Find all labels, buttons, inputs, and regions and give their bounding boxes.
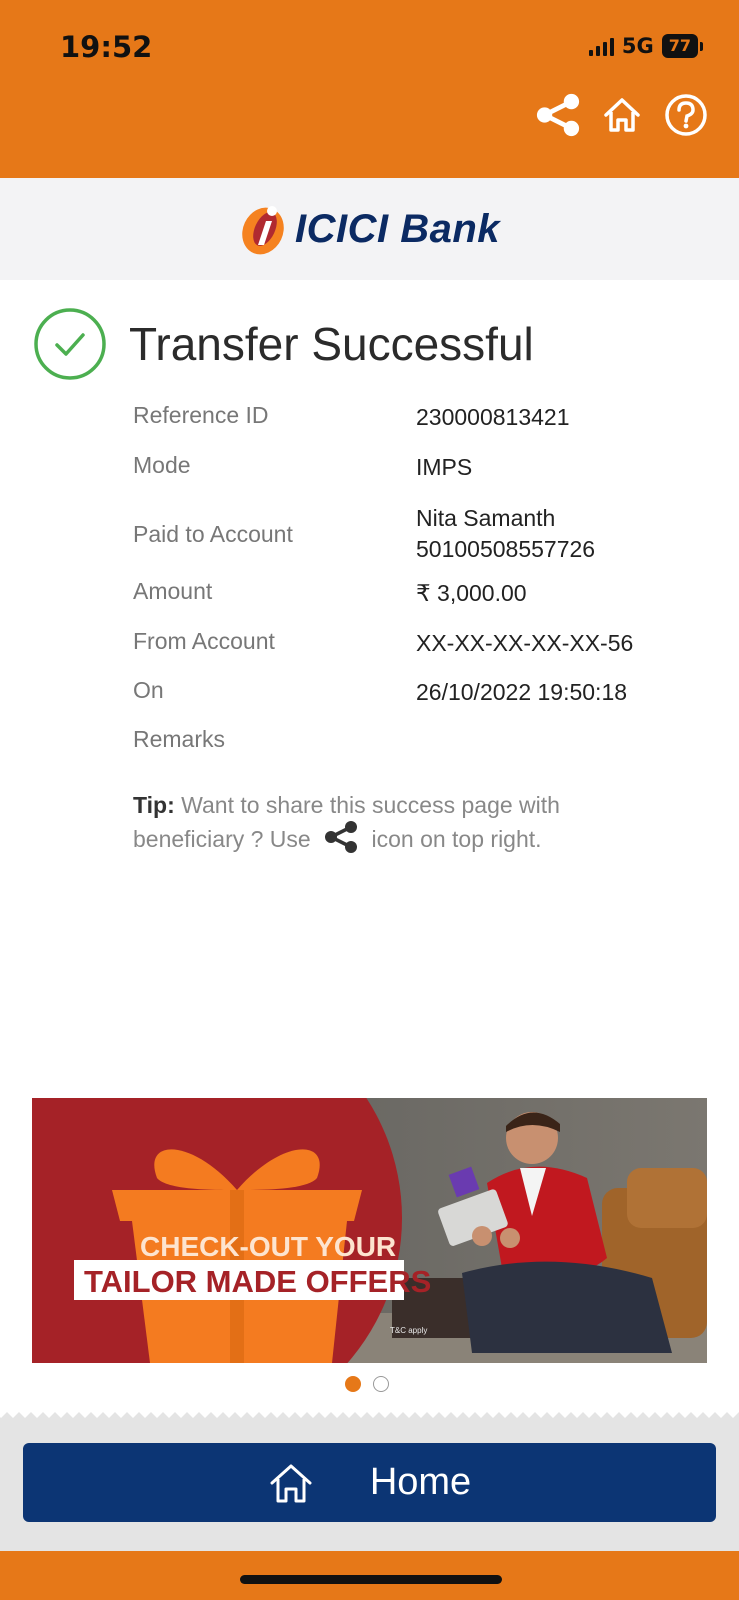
detail-label: Mode [133,452,191,478]
header-actions [535,92,709,138]
share-icon[interactable] [535,92,581,138]
paid-to-value: Nita Samanth 50100508557726 [416,503,595,565]
detail-row-paid-to: Paid to Account Nita Samanth 50100508557… [133,494,693,574]
logo-text: ICICI Bank [294,206,501,251]
detail-row-date: On 26/10/2022 19:50:18 [133,677,693,726]
offers-banner-image: CHECK-OUT YOUR TAILOR MADE OFFERS T&C ap… [32,1098,707,1363]
banner-fine-print: T&C apply [390,1326,427,1335]
icici-logo: ICICI Bank [239,199,500,259]
payee-account: 50100508557726 [416,536,596,562]
tip-prefix: Tip: [133,792,175,818]
pager-dot[interactable] [373,1376,389,1392]
offers-banner[interactable]: CHECK-OUT YOUR TAILOR MADE OFFERS T&C ap… [32,1098,707,1363]
home-button-label: Home [369,1461,472,1503]
logo-band: ICICI Bank [0,178,739,280]
app-header: 19:52 5G 77 [0,0,739,178]
transaction-details: Reference ID 230000813421 Mode IMPS Paid… [133,402,693,775]
banner-pager [345,1376,389,1392]
detail-label: On [133,677,164,703]
tip-text-after: icon on top right. [371,826,542,853]
icici-logo-icon [242,206,284,255]
detail-row-remarks: Remarks [133,726,693,775]
detail-label: Reference ID [133,402,269,428]
status-time: 19:52 [60,30,153,64]
success-heading: Transfer Successful [33,307,534,381]
detail-label: Paid to Account [133,520,293,547]
battery-icon: 77 [661,34,703,58]
date-value: 26/10/2022 19:50:18 [416,679,628,705]
battery-level: 77 [661,34,698,58]
home-icon [270,1464,312,1502]
zigzag-divider [0,1408,739,1418]
page-title: Transfer Successful [129,318,534,370]
pager-dot-active[interactable] [345,1376,361,1392]
mode-value: IMPS [416,454,473,480]
home-button[interactable]: Home [23,1443,716,1522]
detail-label: From Account [133,628,275,654]
network-type: 5G [621,34,654,58]
detail-row-from-account: From Account XX-XX-XX-XX-XX-56 [133,628,693,677]
reference-id-value: 230000813421 [416,404,570,430]
detail-row-amount: Amount ₹ 3,000.00 [133,578,693,628]
detail-label: Remarks [133,726,226,752]
home-indicator[interactable] [240,1575,502,1584]
status-indicators: 5G 77 [588,34,703,58]
detail-label: Amount [133,578,213,604]
amount-value: ₹ 3,000.00 [416,580,527,606]
detail-row-reference: Reference ID 230000813421 [133,402,693,452]
banner-line-2: TAILOR MADE OFFERS [84,1264,431,1299]
share-tip: Tip: Want to share this success page wit… [133,790,613,861]
detail-row-mode: Mode IMPS [133,452,693,500]
check-circle-icon [34,308,106,380]
banner-line-1: CHECK-OUT YOUR [140,1231,396,1262]
home-icon[interactable] [599,92,645,138]
help-icon[interactable] [663,92,709,138]
payee-name: Nita Samanth [416,505,556,531]
share-icon [323,821,359,861]
from-account-value: XX-XX-XX-XX-XX-56 [416,630,634,656]
signal-icon [588,36,614,56]
